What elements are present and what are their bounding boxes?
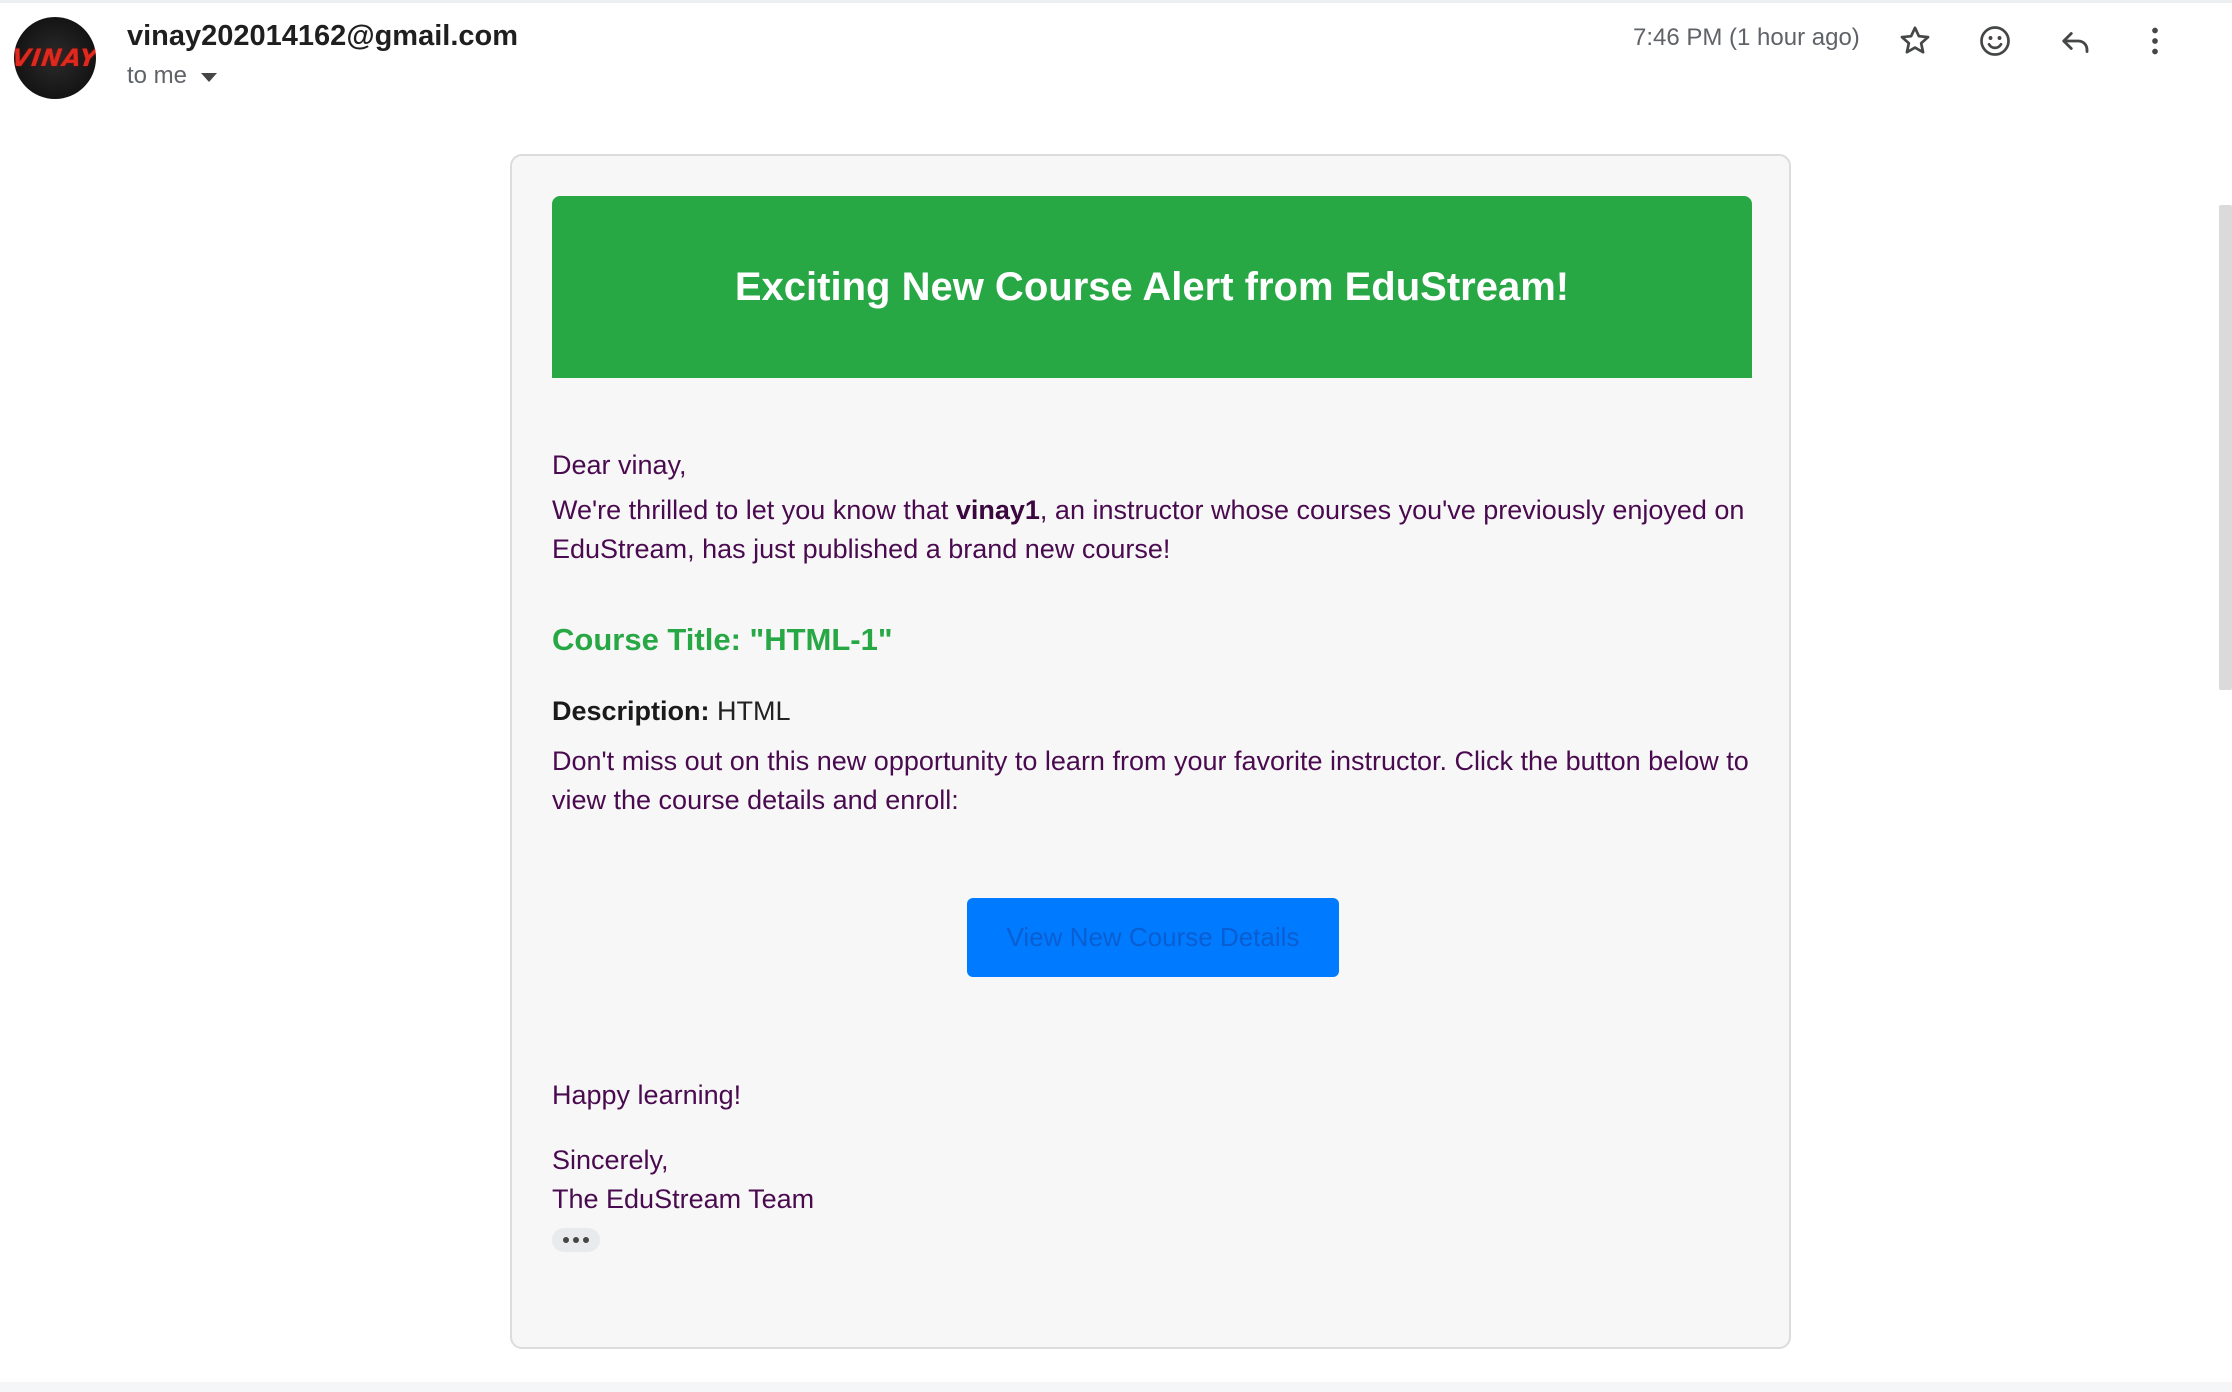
instructor-name: vinay1 (955, 495, 1040, 525)
add-reaction-button[interactable] (1971, 17, 2019, 65)
sender-email[interactable]: vinay202014162@gmail.com (127, 20, 518, 53)
show-trimmed-content-button[interactable] (552, 1228, 600, 1252)
dot (583, 1237, 589, 1243)
reply-button[interactable] (2051, 17, 2099, 65)
emoji-icon (1980, 26, 2010, 56)
sender-avatar[interactable]: VINAY (14, 17, 96, 99)
view-course-details-button[interactable]: View New Course Details (967, 898, 1339, 977)
star-button[interactable] (1891, 17, 1939, 65)
call-to-action-text: Don't miss out on this new opportunity t… (552, 746, 1749, 815)
top-divider (0, 0, 2232, 3)
signature-text: The EduStream Team (552, 1184, 815, 1214)
avatar-logo-text: VINAY (14, 44, 96, 72)
star-icon (1900, 26, 1930, 54)
recipient-label: to me (127, 62, 188, 89)
reply-icon (2062, 32, 2089, 53)
more-vert-icon (2152, 27, 2158, 55)
dot (573, 1237, 579, 1243)
more-options-button[interactable] (2131, 17, 2179, 65)
signoff-text: Sincerely, (552, 1145, 669, 1175)
dot (563, 1237, 569, 1243)
course-description: Description: HTML (552, 696, 791, 727)
intro-paragraph: We're thrilled to let you know that vina… (552, 491, 1752, 569)
recipient-details-toggle[interactable]: to me (127, 62, 218, 90)
bottom-divider (0, 1382, 2232, 1392)
description-value: HTML (709, 696, 791, 726)
caret-down-icon[interactable] (201, 72, 218, 82)
email-body-card: Exciting New Course Alert from EduStream… (510, 154, 1791, 1349)
closing-text: Happy learning! (552, 1080, 742, 1110)
email-banner: Exciting New Course Alert from EduStream… (552, 196, 1752, 378)
banner-title: Exciting New Course Alert from EduStream… (734, 264, 1570, 309)
scrollbar-thumb[interactable] (2219, 205, 2232, 690)
description-label: Description: (552, 696, 710, 726)
greeting: Dear vinay, (552, 450, 687, 480)
email-timestamp: 7:46 PM (1 hour ago) (1633, 24, 1860, 51)
intro-text-before: We're thrilled to let you know that (552, 495, 956, 525)
course-title: Course Title: "HTML-1" (552, 622, 893, 657)
